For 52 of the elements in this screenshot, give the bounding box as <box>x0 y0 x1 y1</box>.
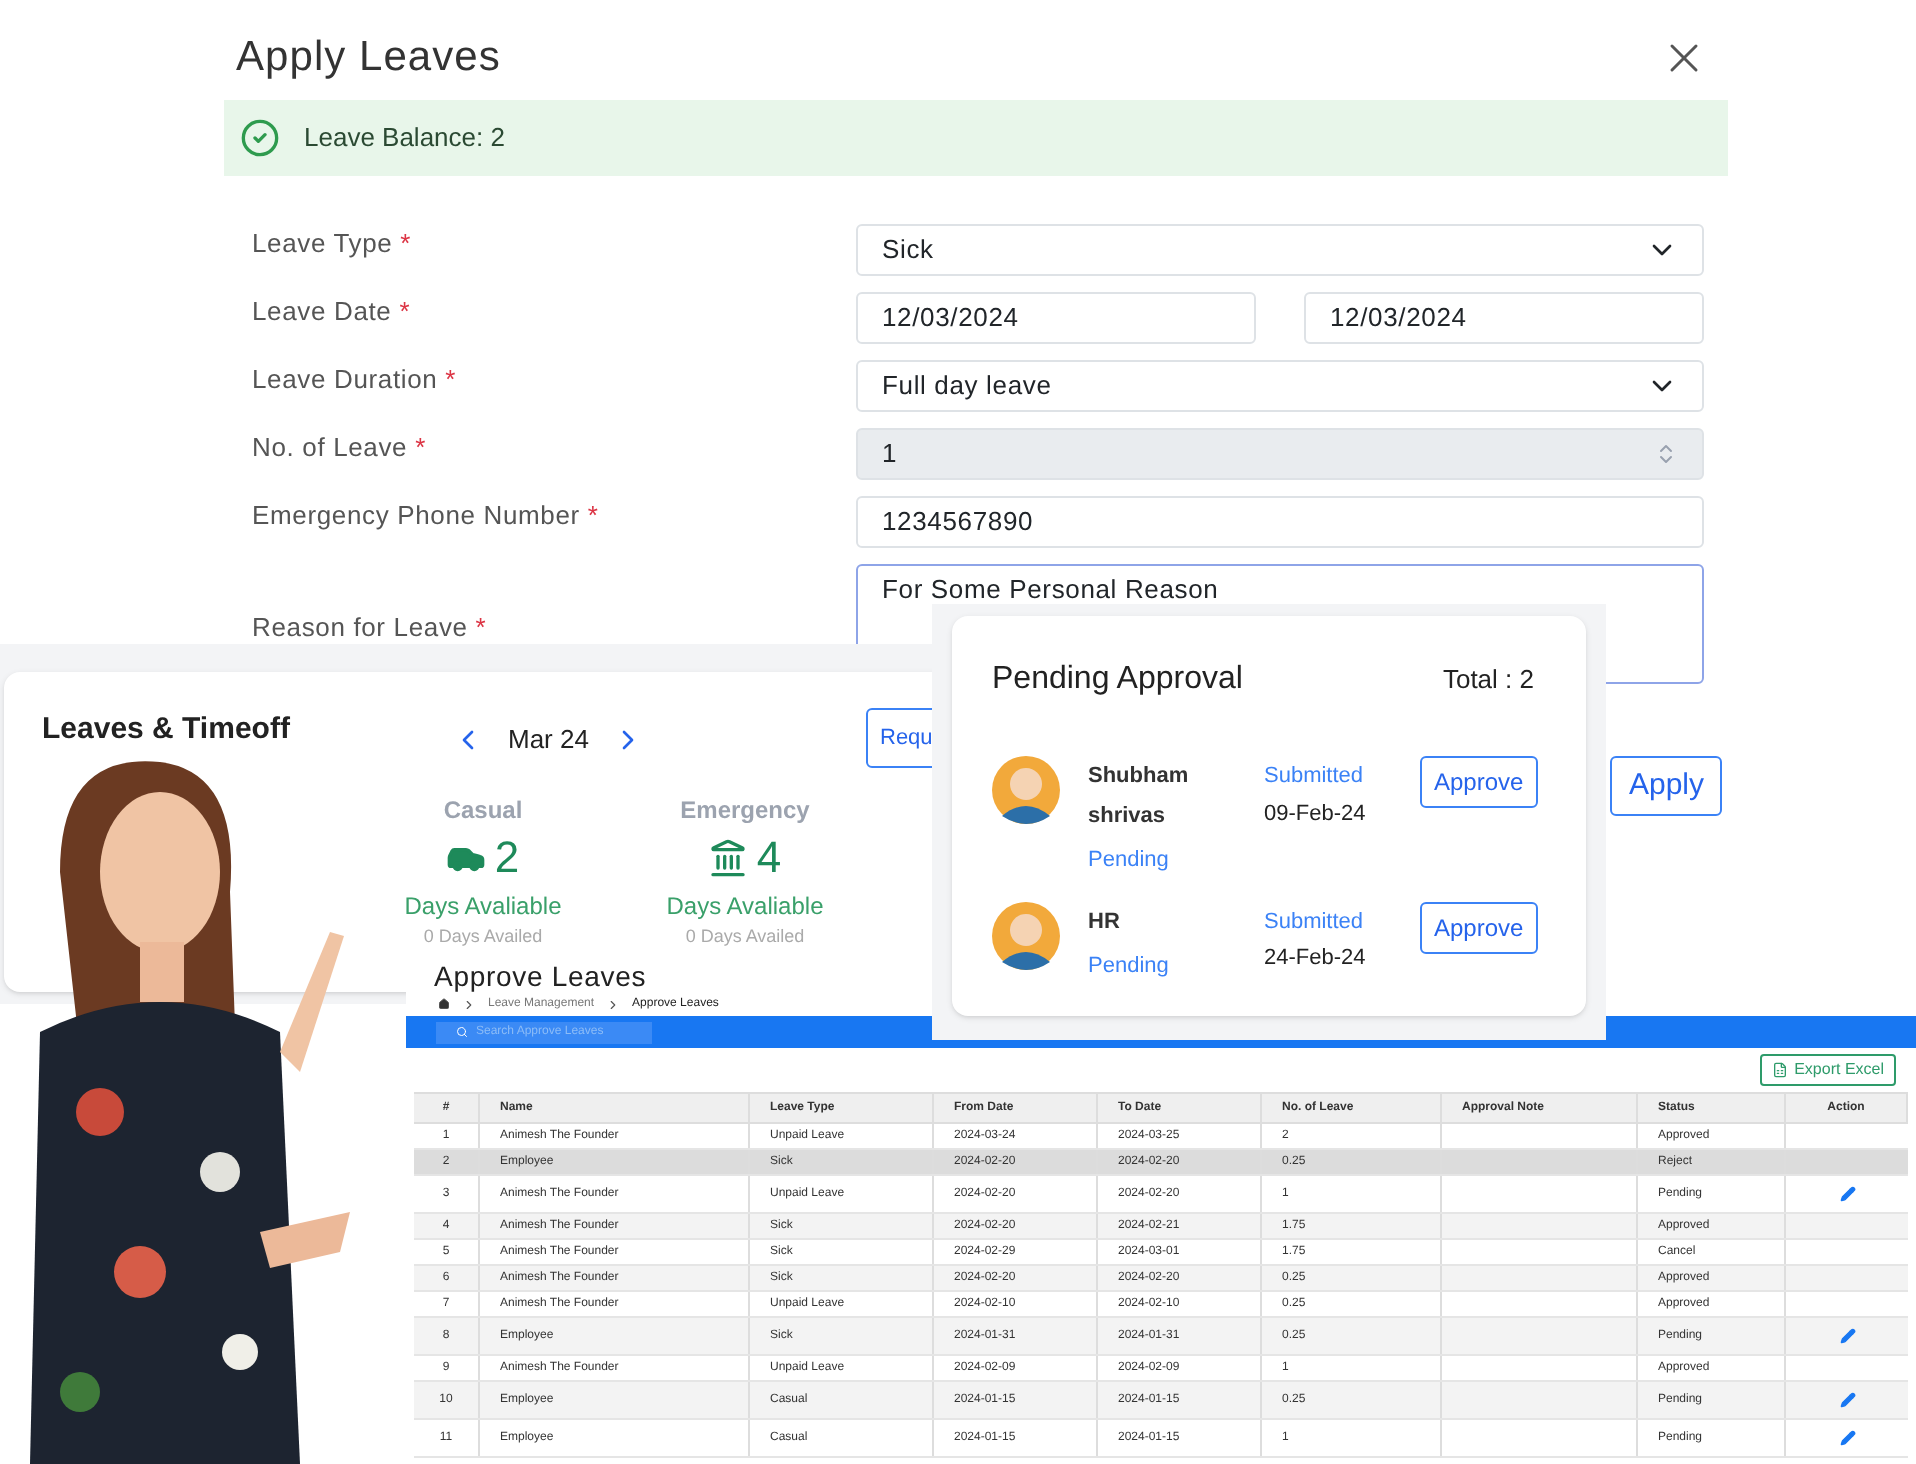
month-label: Mar 24 <box>508 722 589 758</box>
field-label: Emergency Phone Number * <box>252 498 601 534</box>
edit-icon[interactable] <box>1839 1430 1855 1446</box>
bank-icon <box>708 837 749 877</box>
submitted-label: Submitted <box>1264 907 1366 937</box>
days-available-text: Days Avaliable <box>666 889 824 923</box>
date-field[interactable]: 12/03/2024 <box>856 292 1256 344</box>
apply-button[interactable]: Apply <box>1610 756 1722 816</box>
total-count: Total : 2 <box>1442 662 1534 699</box>
submitted-label: Submitted <box>1264 762 1366 792</box>
date-field[interactable]: 12/03/2024 <box>1304 292 1704 344</box>
chevron-right-icon <box>606 997 621 1011</box>
employee-name: Shubham shrivas <box>1088 762 1191 832</box>
edit-icon[interactable] <box>1839 1186 1855 1202</box>
check-circle-icon <box>240 118 280 158</box>
avatar-icon <box>992 756 1060 824</box>
days-availed-text: 0 Days Availed <box>423 923 543 950</box>
leave-count: 2 <box>494 835 520 879</box>
status-text: Pending <box>1088 951 1171 981</box>
spreadsheet-icon <box>1772 1062 1789 1078</box>
search-icon <box>456 1026 468 1038</box>
status-text: Pending <box>1088 846 1171 876</box>
employee-name: HR <box>1088 907 1122 937</box>
field-label: Leave Type * <box>252 226 414 262</box>
edit-icon[interactable] <box>1839 1328 1855 1344</box>
chevron-right-icon <box>462 997 476 1011</box>
edit-icon[interactable] <box>1839 1392 1855 1408</box>
phone-field[interactable]: 1234567890 <box>856 496 1704 548</box>
balance-text: Leave Balance: 2 <box>304 120 505 157</box>
field-label: Leave Duration * <box>252 362 459 398</box>
approve-button[interactable]: Approve <box>1420 756 1538 808</box>
submitted-date: 24-Feb-24 <box>1264 944 1368 974</box>
export-excel-button[interactable]: Export Excel <box>1760 1054 1896 1086</box>
select-field[interactable]: Sick <box>856 224 1704 276</box>
card-title: Pending Approval <box>992 660 1243 700</box>
avatar-icon <box>992 901 1060 969</box>
field-label: No. of Leave * <box>252 430 428 466</box>
days-available-text: Days Avaliable <box>404 889 562 923</box>
leave-type-name: Casual <box>443 793 523 827</box>
approve-button[interactable]: Approve <box>1420 901 1538 953</box>
home-icon <box>438 998 450 1010</box>
dialog-title: Apply Leaves <box>236 32 501 85</box>
leave-type-name: Emergency <box>680 793 810 827</box>
field-label: Reason for Leave * <box>252 610 489 646</box>
leave-count: 4 <box>756 835 782 879</box>
spinner-icon <box>1654 442 1678 466</box>
panel-title: Approve Leaves <box>434 958 647 992</box>
submitted-date: 09-Feb-24 <box>1264 799 1368 829</box>
field-label: Leave Date * <box>252 294 413 330</box>
card-title: Leaves & Timeoff <box>42 710 292 748</box>
select-field[interactable]: Full day leave <box>856 360 1704 412</box>
days-availed-text: 0 Days Availed <box>685 923 805 950</box>
